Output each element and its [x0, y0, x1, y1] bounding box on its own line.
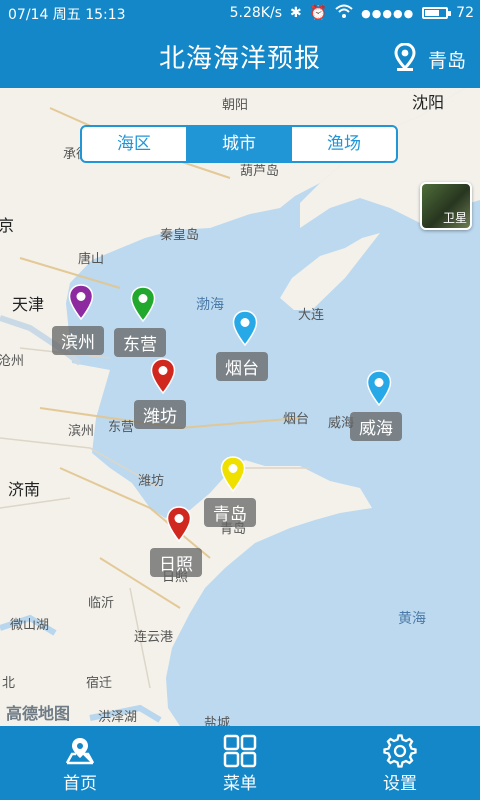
map-label: 天津	[12, 295, 45, 314]
net-speed: 5.28K/s	[229, 5, 282, 21]
map-view[interactable]: 朝阳 沈阳 承德 葫芦岛 京 秦皇岛 唐山 天津 渤海 大连 沧州 滨州 东营 …	[0, 88, 480, 726]
map-label: 北	[2, 676, 16, 691]
bottom-nav: 首页 菜单 设置	[0, 726, 480, 800]
battery-level: 72	[456, 5, 474, 21]
tab-city[interactable]: 城市	[187, 127, 292, 161]
map-pin-icon	[366, 370, 392, 406]
map-label: 大连	[298, 308, 325, 323]
city-marker-label: 日照	[150, 548, 202, 577]
signal-icon: ●●●●●	[361, 6, 415, 20]
map-canvas	[0, 88, 480, 726]
battery-icon	[422, 7, 452, 19]
status-bar: 07/14 周五 15:13 5.28K/s ✱ ⏰ ●●●●● 72	[0, 0, 480, 26]
map-provider-logo: 高德地图	[6, 704, 71, 723]
location-pin-icon	[394, 42, 416, 76]
nav-menu[interactable]: 菜单	[160, 726, 320, 800]
bluetooth-icon: ✱	[290, 5, 302, 21]
map-pin-icon	[166, 506, 192, 542]
gear-icon	[383, 733, 417, 769]
satellite-label: 卫星	[442, 211, 467, 225]
map-label: 京	[0, 216, 15, 235]
city-marker-label: 东营	[114, 328, 166, 357]
map-pin-icon	[130, 286, 156, 322]
nav-label: 首页	[63, 773, 97, 794]
map-label: 沈阳	[412, 93, 445, 112]
tab-sea-area[interactable]: 海区	[82, 127, 187, 161]
map-label: 黄海	[398, 611, 426, 627]
wifi-icon	[335, 4, 353, 22]
nav-label: 菜单	[223, 773, 257, 794]
map-label: 烟台	[283, 412, 310, 427]
map-pin-icon	[232, 310, 258, 346]
nav-settings[interactable]: 设置	[320, 726, 480, 800]
map-label: 洪泽湖	[98, 710, 138, 725]
tab-fishing-ground[interactable]: 渔场	[292, 127, 396, 161]
city-name: 青岛	[427, 50, 466, 72]
grid-icon	[223, 733, 257, 769]
map-label: 济南	[8, 480, 41, 499]
map-label: 连云港	[134, 630, 174, 645]
map-label: 临沂	[88, 596, 115, 611]
city-marker-label: 滨州	[52, 326, 104, 355]
map-label: 微山湖	[10, 618, 50, 633]
app-header: 北海海洋预报 青岛	[0, 26, 480, 88]
map-label: 秦皇岛	[160, 228, 200, 243]
home-map-icon	[64, 733, 96, 769]
map-pin-icon	[68, 284, 94, 320]
map-pin-icon	[150, 358, 176, 394]
city-selector[interactable]: 青岛	[394, 42, 466, 76]
map-label: 潍坊	[138, 474, 165, 489]
nav-home[interactable]: 首页	[0, 726, 160, 800]
map-label: 东营	[108, 420, 135, 435]
nav-label: 设置	[383, 773, 417, 794]
city-marker-label: 潍坊	[134, 400, 186, 429]
alarm-icon: ⏰	[309, 5, 328, 21]
map-label: 唐山	[78, 252, 105, 267]
city-marker-label: 青岛	[204, 498, 256, 527]
map-label: 沧州	[0, 354, 25, 369]
map-label: 宿迁	[86, 676, 113, 691]
map-label: 渤海	[196, 297, 224, 313]
satellite-toggle-button[interactable]: 卫星	[420, 182, 472, 230]
region-type-tabs: 海区 城市 渔场	[80, 125, 398, 163]
status-time: 07/14 周五 15:13	[8, 7, 126, 23]
map-label: 盐城	[204, 716, 231, 726]
city-marker-label: 烟台	[216, 352, 268, 381]
city-marker-label: 威海	[350, 412, 402, 441]
map-pin-icon	[220, 456, 246, 492]
map-label: 朝阳	[222, 98, 249, 113]
map-label: 滨州	[68, 424, 95, 439]
